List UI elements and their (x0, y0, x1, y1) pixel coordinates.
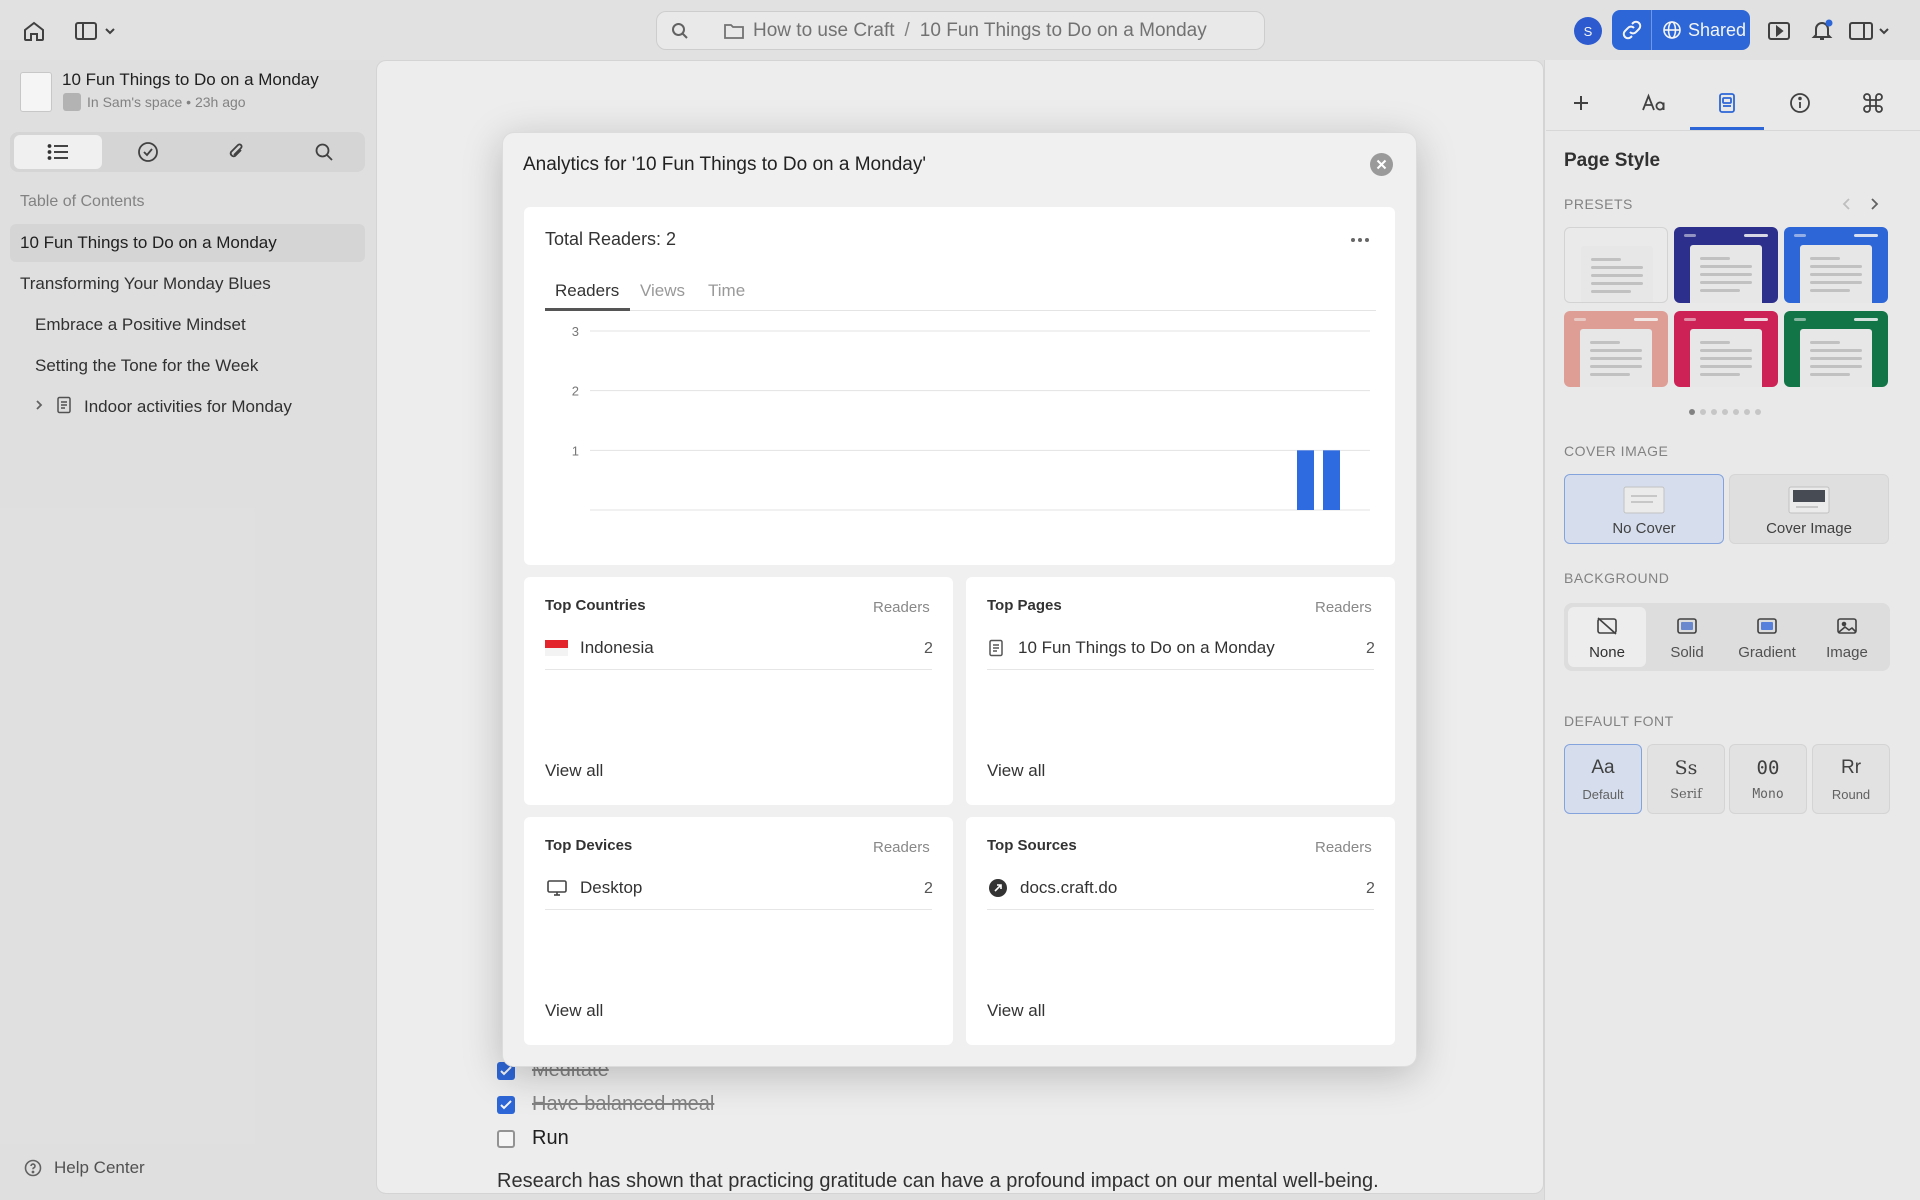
modal-title: Analytics for '10 Fun Things to Do on a … (523, 154, 926, 175)
tab-views[interactable]: Views (640, 281, 685, 301)
page-row[interactable]: 10 Fun Things to Do on a Monday (988, 638, 1275, 658)
row-divider (545, 669, 932, 670)
tab-time[interactable]: Time (708, 281, 745, 301)
indonesia-flag-icon (545, 640, 568, 656)
source-name: docs.craft.do (1020, 878, 1118, 897)
card-heading: Top Pages (987, 597, 1062, 614)
row-divider (545, 909, 932, 910)
card-column-header: Readers (873, 839, 930, 856)
close-button[interactable] (1370, 153, 1393, 176)
more-options-button[interactable] (1346, 226, 1374, 254)
view-all-link[interactable]: View all (987, 761, 1045, 781)
y-tick-label: 1 (572, 443, 579, 458)
row-divider (987, 909, 1374, 910)
view-all-link[interactable]: View all (987, 1001, 1045, 1021)
tab-divider (545, 310, 1376, 311)
country-name: Indonesia (580, 638, 654, 657)
card-heading: Top Sources (987, 837, 1077, 854)
readers-bar-chart: 3 2 1 (572, 324, 1370, 511)
chart-bar[interactable] (1297, 450, 1314, 510)
view-all-link[interactable]: View all (545, 761, 603, 781)
page-count: 2 (1366, 640, 1375, 657)
y-tick-label: 2 (572, 384, 579, 399)
country-row[interactable]: Indonesia (545, 638, 654, 658)
source-row[interactable]: docs.craft.do (988, 878, 1117, 898)
device-name: Desktop (580, 878, 643, 897)
country-count: 2 (924, 640, 933, 657)
tab-readers[interactable]: Readers (555, 281, 619, 301)
desktop-icon (546, 879, 568, 897)
card-column-header: Readers (873, 599, 930, 616)
device-count: 2 (924, 880, 933, 897)
page-icon (988, 639, 1004, 657)
device-row[interactable]: Desktop (546, 878, 642, 898)
close-icon (1376, 159, 1387, 170)
row-divider (987, 669, 1374, 670)
external-link-icon (988, 878, 1008, 898)
chart-bar[interactable] (1323, 450, 1340, 510)
card-heading: Top Devices (545, 837, 633, 854)
total-readers-heading: Total Readers: 2 (545, 229, 677, 249)
y-tick-label: 3 (572, 324, 579, 339)
card-column-header: Readers (1315, 599, 1372, 616)
view-all-link[interactable]: View all (545, 1001, 603, 1021)
card-column-header: Readers (1315, 839, 1372, 856)
page-name: 10 Fun Things to Do on a Monday (1018, 638, 1275, 657)
ellipsis-icon (1350, 237, 1370, 243)
source-count: 2 (1366, 880, 1375, 897)
card-heading: Top Countries (545, 597, 646, 614)
active-tab-indicator (545, 308, 630, 311)
